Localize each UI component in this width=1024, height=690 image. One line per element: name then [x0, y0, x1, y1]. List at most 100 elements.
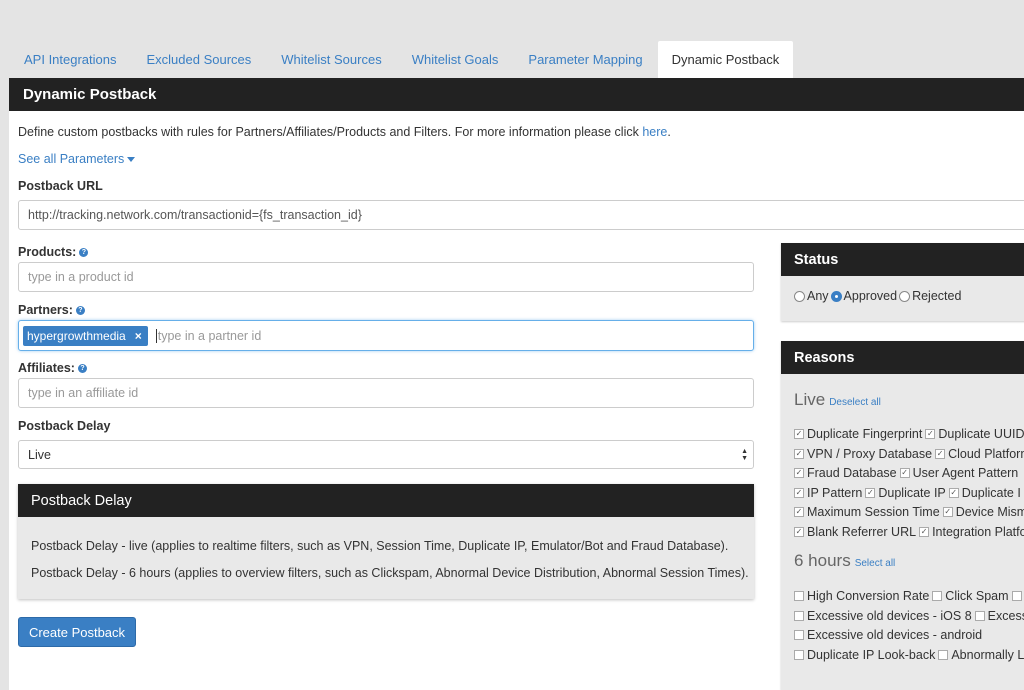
- six-hours-checkbox-item[interactable]: [1011, 591, 1024, 601]
- six-hours-title-text: 6 hours: [794, 551, 851, 570]
- tab-excluded-sources[interactable]: Excluded Sources: [132, 41, 267, 78]
- postback-url-value: http://tracking.network.com/transactioni…: [28, 208, 362, 222]
- six-hours-checkbox-item[interactable]: Excessive old devices - android: [794, 628, 982, 642]
- live-checkbox-label: Duplicate Fingerprint: [807, 427, 923, 441]
- checked-checkbox-icon[interactable]: ✓: [948, 487, 959, 498]
- six-hours-checkbox-label: Excessive old devices - iOS 8: [807, 608, 972, 623]
- checked-checkbox-icon[interactable]: ✓: [794, 429, 804, 439]
- six-hours-row: Excessive old devices - iOS 8 Excessiv: [794, 609, 1024, 623]
- live-checkbox-label: Integration Platfo: [932, 524, 1024, 539]
- panel-title: Dynamic Postback: [9, 78, 1024, 111]
- live-group-title: Live Deselect all: [794, 390, 881, 410]
- tab-dynamic-postback[interactable]: Dynamic Postback: [657, 41, 794, 78]
- checkbox-icon[interactable]: [932, 591, 943, 601]
- reasons-panel: Reasons Live Deselect all ✓ Duplicate Fing…: [781, 341, 1024, 690]
- live-checkbox-item[interactable]: ✓ Cloud Platform: [935, 447, 1024, 461]
- six-hours-checkbox-item[interactable]: Excessiv: [974, 609, 1024, 623]
- checked-checkbox-icon[interactable]: ✓: [794, 468, 804, 478]
- live-row: ✓ Fraud Database ✓ User Agent Pattern: [794, 466, 1021, 480]
- live-checkbox-item[interactable]: ✓ Duplicate Fingerprint: [794, 427, 922, 441]
- live-checkbox-item[interactable]: ✓ IP Pattern: [794, 486, 862, 500]
- live-checkbox-item[interactable]: ✓ Device Mism: [942, 505, 1024, 519]
- live-checkbox-item[interactable]: ✓ VPN / Proxy Database: [794, 447, 932, 461]
- checked-checkbox-icon[interactable]: ✓: [794, 526, 804, 537]
- live-checkbox-item[interactable]: ✓ User Agent Pattern: [899, 466, 1019, 480]
- status-panel: Status Any Approved Rejected: [781, 243, 1024, 321]
- checkbox-icon[interactable]: [1011, 591, 1022, 601]
- checkbox-icon[interactable]: [938, 649, 949, 660]
- affiliates-label: Affiliates:?: [18, 361, 87, 375]
- live-checkbox-item[interactable]: ✓ Integration Platfo: [919, 525, 1024, 539]
- tab-whitelist-sources[interactable]: Whitelist Sources: [266, 41, 396, 78]
- help-icon[interactable]: ?: [77, 364, 87, 374]
- six-hours-checkbox-item[interactable]: Click Spam: [932, 589, 1009, 603]
- select-arrows-icon: ▲ ▼: [741, 448, 748, 462]
- six-hours-row: High Conversion Rate Click Spam: [794, 589, 1024, 603]
- description-text: Define custom postbacks with rules for P…: [18, 125, 643, 139]
- create-postback-button[interactable]: Create Postback: [18, 617, 136, 647]
- live-row: ✓ Duplicate Fingerprint ✓ Duplicate UUID: [794, 427, 1024, 441]
- postback-url-input[interactable]: http://tracking.network.com/transactioni…: [18, 200, 1024, 230]
- checked-checkbox-icon[interactable]: ✓: [794, 487, 804, 498]
- status-radio-group: Any Approved Rejected: [794, 289, 963, 303]
- checked-checkbox-icon[interactable]: ✓: [794, 507, 804, 517]
- checked-checkbox-icon[interactable]: ✓: [865, 487, 876, 498]
- tab-bar: API Integrations Excluded Sources Whitel…: [9, 41, 794, 78]
- remove-tag-icon[interactable]: ×: [135, 329, 142, 343]
- live-checkbox-item[interactable]: ✓ Duplicate I: [948, 486, 1021, 500]
- delay-info-6h: Postback Delay - 6 hours (applies to ove…: [31, 566, 749, 580]
- checkbox-icon[interactable]: [794, 610, 804, 621]
- see-all-parameters-toggle[interactable]: See all Parameters: [18, 152, 136, 166]
- postback-delay-select[interactable]: Live ▲ ▼: [18, 440, 754, 469]
- delay-info-title: Postback Delay: [18, 484, 754, 517]
- six-hours-row: Duplicate IP Look-back Abnormally L: [794, 648, 1024, 662]
- radio-any[interactable]: [794, 290, 805, 302]
- products-input[interactable]: type in a product id: [18, 262, 754, 292]
- checked-checkbox-icon[interactable]: ✓: [899, 468, 910, 478]
- six-hours-checkbox-item[interactable]: Duplicate IP Look-back: [794, 648, 935, 662]
- deselect-all-link[interactable]: Deselect all: [829, 397, 881, 408]
- affiliates-input[interactable]: type in an affiliate id: [18, 378, 754, 408]
- live-checkbox-item[interactable]: ✓ Duplicate UUID: [925, 427, 1024, 441]
- tab-whitelist-goals[interactable]: Whitelist Goals: [397, 41, 514, 78]
- live-row: ✓ Maximum Session Time ✓ Device Mism: [794, 505, 1024, 519]
- checked-checkbox-icon[interactable]: ✓: [942, 507, 953, 517]
- checkbox-icon[interactable]: [794, 630, 804, 640]
- six-hours-checkbox-item[interactable]: Abnormally L: [938, 648, 1024, 662]
- six-hours-checkbox-item[interactable]: Excessive old devices - iOS 8: [794, 609, 972, 623]
- live-checkbox-label: Duplicate IP: [878, 485, 946, 500]
- text-cursor: [155, 328, 157, 343]
- live-row: ✓ IP Pattern ✓ Duplicate IP ✓ Duplicate I: [794, 486, 1024, 500]
- live-checkbox-item[interactable]: ✓ Fraud Database: [794, 466, 897, 480]
- checkbox-icon[interactable]: [974, 610, 985, 621]
- partners-input[interactable]: hypergrowthmedia × type in a partner id: [18, 320, 754, 351]
- live-checkbox-label: Blank Referrer URL: [807, 524, 917, 539]
- checked-checkbox-icon[interactable]: ✓: [935, 448, 946, 459]
- checked-checkbox-icon[interactable]: ✓: [925, 429, 936, 439]
- radio-any-label: Any: [807, 289, 829, 303]
- live-checkbox-item[interactable]: ✓ Duplicate IP: [865, 485, 946, 500]
- products-label: Products:?: [18, 245, 89, 259]
- select-all-link[interactable]: Select all: [855, 558, 896, 569]
- live-checkbox-label: User Agent Pattern: [912, 466, 1019, 480]
- six-hours-checkbox-item[interactable]: High Conversion Rate: [794, 589, 929, 603]
- live-checkbox-item[interactable]: ✓ Maximum Session Time: [794, 505, 940, 519]
- checked-checkbox-icon[interactable]: ✓: [794, 448, 804, 459]
- more-info-link[interactable]: here: [642, 125, 667, 139]
- tab-parameter-mapping[interactable]: Parameter Mapping: [513, 41, 657, 78]
- postback-delay-value: Live: [28, 447, 51, 462]
- live-checkbox-label: Cloud Platform: [948, 446, 1024, 461]
- radio-approved[interactable]: [830, 290, 842, 302]
- live-checkbox-label: IP Pattern: [807, 485, 863, 500]
- help-icon[interactable]: ?: [75, 306, 85, 316]
- radio-rejected[interactable]: [899, 290, 911, 302]
- checkbox-icon[interactable]: [794, 591, 804, 601]
- help-icon[interactable]: ?: [79, 248, 89, 258]
- tab-api-integrations[interactable]: API Integrations: [9, 41, 132, 78]
- live-checkbox-item[interactable]: ✓ Blank Referrer URL: [794, 525, 916, 539]
- checkbox-icon[interactable]: [794, 649, 804, 660]
- checked-checkbox-icon[interactable]: ✓: [919, 526, 930, 537]
- live-checkbox-label: Device Mism: [955, 505, 1024, 519]
- postback-delay-info: Postback Delay Postback Delay - live (ap…: [18, 484, 754, 599]
- caret-down-icon: [127, 157, 136, 163]
